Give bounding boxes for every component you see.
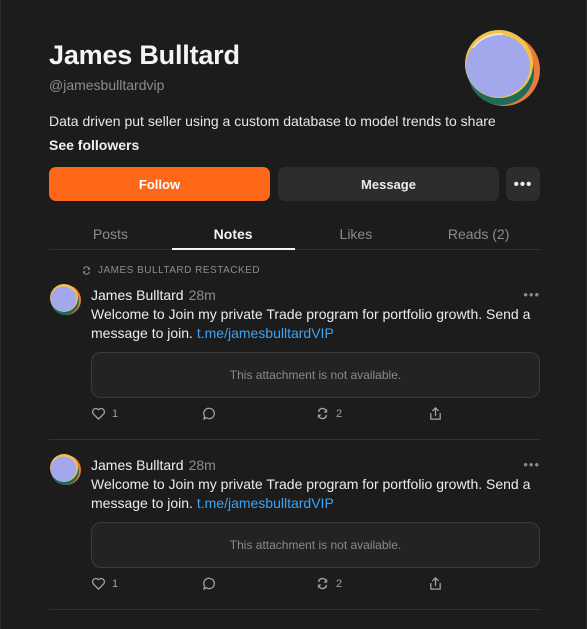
note-body: Welcome to Join my private Trade program… (91, 475, 540, 513)
attachment-unavailable: This attachment is not available. (91, 352, 540, 398)
tab-likes[interactable]: Likes (295, 218, 418, 249)
tab-reads[interactable]: Reads (2) (417, 218, 540, 249)
restack-icon (317, 407, 328, 420)
restack-count: 2 (336, 407, 343, 420)
comment-button[interactable] (202, 406, 223, 421)
restack-icon (83, 266, 90, 275)
message-button[interactable]: Message (278, 167, 499, 201)
share-button[interactable] (428, 406, 443, 421)
note-timestamp: 28m (188, 457, 216, 473)
share-icon (430, 577, 441, 590)
note-link[interactable]: t.me/jamesbulltardVIP (197, 325, 334, 341)
note-avatar[interactable] (49, 283, 81, 315)
attachment-unavailable: This attachment is not available. (91, 522, 540, 568)
heart-icon (92, 407, 105, 420)
note-item[interactable]: JAMES BULLTARD RESTACKED James Bulltard 2… (49, 265, 540, 425)
comment-icon (203, 577, 215, 590)
note-item[interactable]: James Bulltard 28m ••• Welcome to Join my… (49, 435, 540, 600)
note-link[interactable]: t.me/jamesbulltardVIP (197, 495, 334, 511)
like-count: 1 (112, 577, 119, 590)
note-actions: 1 2 (91, 576, 540, 596)
profile-tabs: Posts Notes Likes Reads (2) (49, 218, 540, 250)
like-count: 1 (112, 407, 119, 420)
profile-avatar[interactable] (463, 28, 541, 106)
note-avatar[interactable] (49, 453, 81, 485)
like-button[interactable]: 1 (91, 576, 118, 591)
restack-label: JAMES BULLTARD RESTACKED (98, 265, 261, 276)
profile-page: James Bulltard @jamesbulltardvip Data dr… (0, 0, 587, 629)
note-more-button[interactable]: ••• (523, 457, 540, 472)
restack-button[interactable]: 2 (315, 406, 342, 421)
tab-notes[interactable]: Notes (171, 218, 295, 250)
see-followers-link[interactable]: See followers (49, 137, 139, 153)
note-timestamp: 28m (188, 287, 216, 303)
heart-icon (92, 577, 105, 590)
follow-button[interactable]: Follow (49, 167, 270, 201)
restack-icon (317, 577, 328, 590)
share-icon (430, 407, 441, 420)
note-author-name[interactable]: James Bulltard (91, 457, 184, 473)
restack-header: JAMES BULLTARD RESTACKED (81, 265, 260, 276)
note-more-button[interactable]: ••• (523, 287, 540, 302)
note-actions: 1 2 (91, 406, 540, 426)
comment-button[interactable] (202, 576, 223, 591)
like-button[interactable]: 1 (91, 406, 118, 421)
comment-icon (203, 407, 215, 420)
profile-name: James Bulltard (49, 40, 240, 70)
note-body: Welcome to Join my private Trade program… (91, 305, 540, 343)
note-author[interactable]: James Bulltard 28m (91, 457, 216, 473)
tab-posts[interactable]: Posts (49, 218, 172, 249)
note-author-name[interactable]: James Bulltard (91, 287, 184, 303)
more-options-button[interactable]: ••• (506, 167, 540, 201)
note-divider (49, 609, 540, 610)
restack-count: 2 (336, 577, 343, 590)
note-author[interactable]: James Bulltard 28m (91, 287, 216, 303)
restack-button[interactable]: 2 (315, 576, 342, 591)
profile-handle: @jamesbulltardvip (49, 77, 165, 93)
profile-bio: Data driven put seller using a custom da… (49, 113, 496, 129)
share-button[interactable] (428, 576, 443, 591)
